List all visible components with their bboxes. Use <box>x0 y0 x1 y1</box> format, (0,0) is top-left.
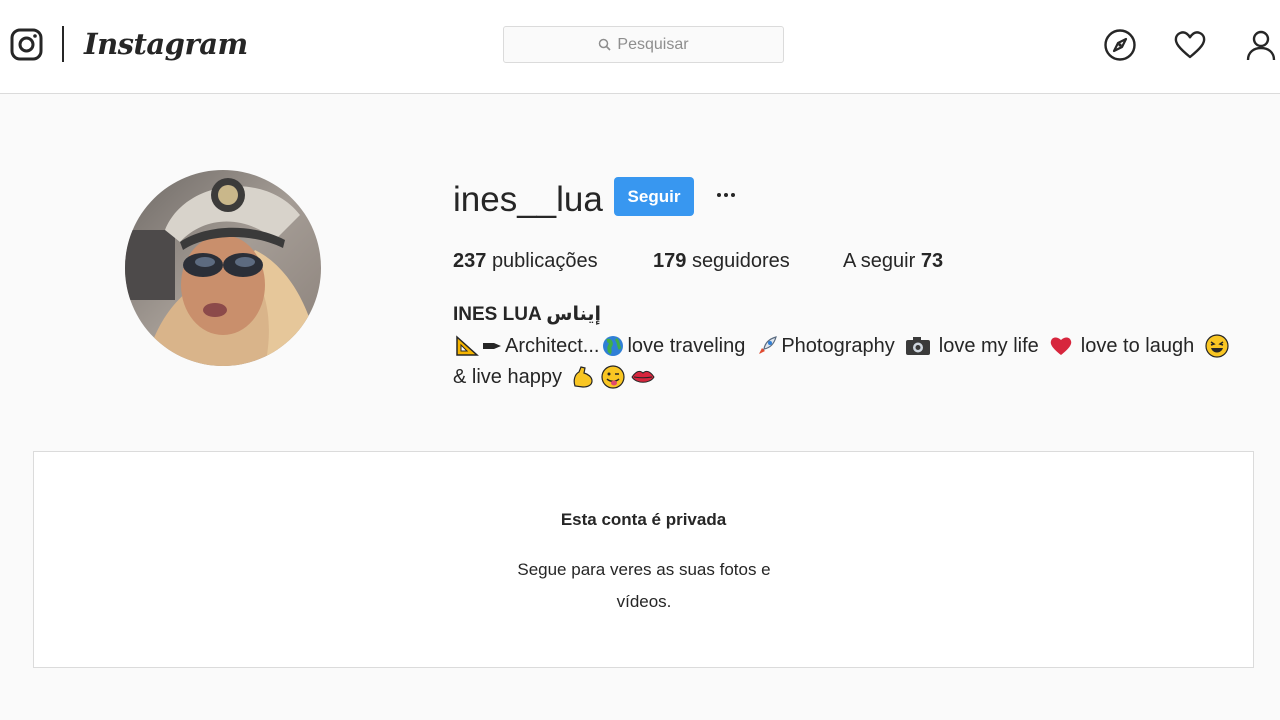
bio-laugh: love to laugh <box>1080 335 1195 357</box>
private-account-title: Esta conta é privada <box>560 510 727 529</box>
posts-stat: 237 publicações <box>453 248 598 274</box>
bio-architect: Architect... <box>505 335 600 357</box>
red-heart-icon <box>1050 337 1072 355</box>
bio-line-1: Architect... love traveling Photography … <box>453 332 1232 360</box>
followers-stat[interactable]: 179 seguidores <box>653 248 790 274</box>
following-count: 73 <box>920 250 944 272</box>
following-label: A seguir <box>843 250 916 272</box>
globe-icon <box>603 336 624 356</box>
follow-button[interactable]: Seguir <box>614 177 694 216</box>
flexed-biceps-icon <box>573 366 593 388</box>
activity-heart-icon[interactable] <box>1173 28 1207 62</box>
rocket-icon <box>759 336 778 354</box>
search-input[interactable]: Pesquisar <box>503 26 784 63</box>
dot-icon <box>717 193 721 197</box>
dot-icon <box>724 193 728 197</box>
search-icon <box>599 38 611 51</box>
more-options-button[interactable] <box>710 182 742 208</box>
following-stat[interactable]: A seguir 73 <box>843 248 943 274</box>
explore-compass-icon[interactable] <box>1103 28 1137 62</box>
profile-user-icon[interactable] <box>1244 28 1278 62</box>
pen-icon <box>483 343 501 349</box>
brand-divider <box>62 26 64 62</box>
camera-icon <box>905 337 930 355</box>
private-account-card: Esta conta é privada Segue para veres as… <box>33 451 1254 668</box>
laughing-face-icon <box>1205 334 1229 358</box>
posts-count: 237 <box>453 250 487 272</box>
dot-icon <box>731 193 735 197</box>
search-placeholder: Pesquisar <box>617 35 689 53</box>
bio-life: love my life <box>938 335 1039 357</box>
posts-label: publicações <box>491 250 598 272</box>
profile-full-name: INES LUA إيناس <box>453 304 602 325</box>
bio-photography: Photography <box>781 335 895 357</box>
bio-line-2: & live happy <box>453 363 658 391</box>
instagram-wordmark[interactable]: Instagram <box>84 22 248 66</box>
instagram-logo-icon[interactable] <box>10 28 43 61</box>
kiss-lips-icon <box>631 370 655 383</box>
bio-happy: & live happy <box>453 366 562 388</box>
triangular-ruler-icon <box>456 335 479 356</box>
followers-label: seguidores <box>691 250 790 272</box>
bio-traveling: love traveling <box>627 335 746 357</box>
top-navigation-bar: Instagram Pesquisar <box>0 0 1280 94</box>
winking-tongue-face-icon <box>601 365 625 389</box>
private-account-subtitle: Segue para veres as suas fotos e vídeos. <box>517 560 771 611</box>
profile-avatar[interactable] <box>125 170 321 366</box>
followers-count: 179 <box>653 250 687 272</box>
profile-username: ines__lua <box>453 180 603 219</box>
